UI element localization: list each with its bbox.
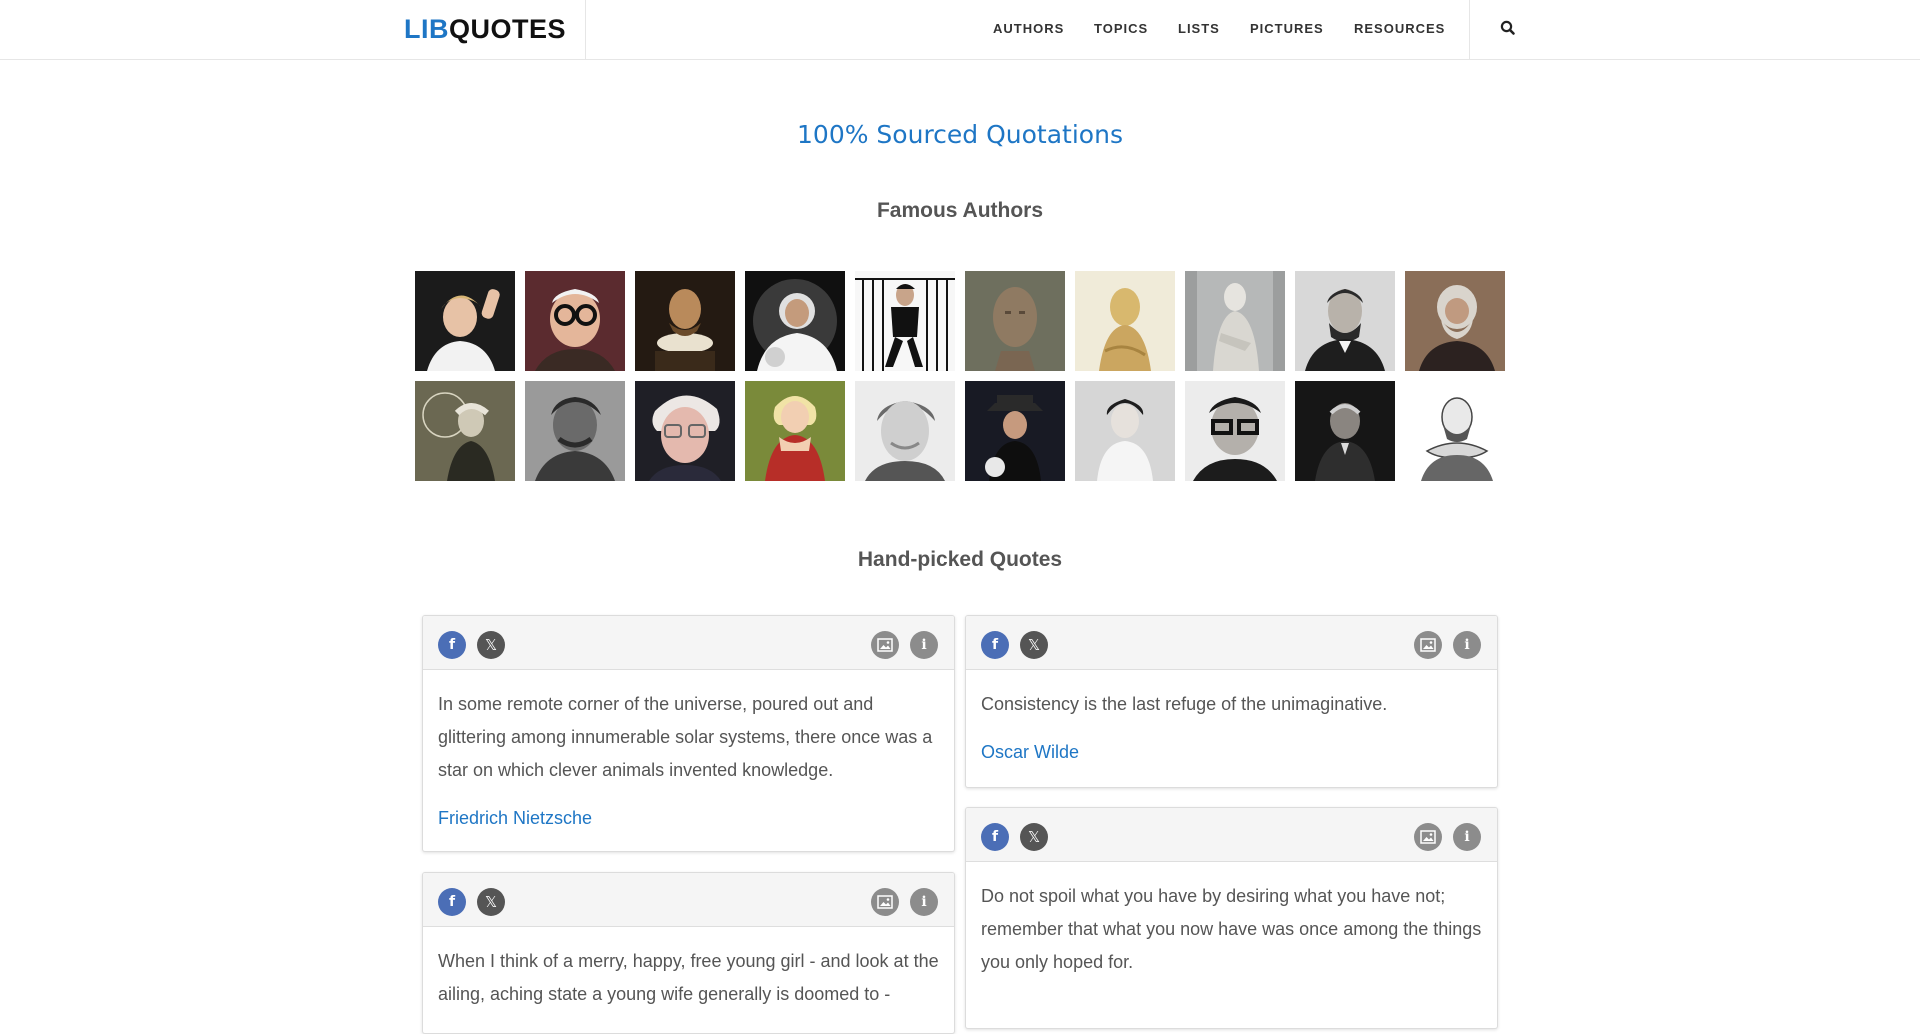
logo-lib: LIB [404,14,449,44]
author-thumbnail[interactable] [1295,271,1395,371]
nav-authors[interactable]: AUTHORS [993,21,1064,36]
quote-card: f 𝕏 i When I think of a merry, happy, fr… [422,872,955,1034]
x-share-icon[interactable]: 𝕏 [1020,631,1048,659]
author-thumbnail[interactable] [1075,271,1175,371]
card-toolbar: f 𝕏 i [966,808,1497,862]
quote-author-link[interactable]: Friedrich Nietzsche [438,808,592,829]
author-thumbnail[interactable] [965,271,1065,371]
card-body: In some remote corner of the universe, p… [423,670,954,829]
top-navbar: LIBQUOTES AUTHORS TOPICS LISTS PICTURES … [0,0,1920,60]
nav-divider [585,0,586,59]
author-thumbnail[interactable] [635,271,735,371]
hero-title: 100% Sourced Quotations [797,120,1123,149]
site-logo[interactable]: LIBQUOTES [404,15,566,43]
image-icon[interactable] [871,888,899,916]
author-thumbnail[interactable] [415,381,515,481]
image-icon[interactable] [1414,631,1442,659]
card-toolbar: f 𝕏 i [423,616,954,670]
quote-card: f 𝕏 i Consistency is the last refuge of … [965,615,1498,788]
quote-card: f 𝕏 i Do not spoil what you have by desi… [965,807,1498,1029]
quote-text: Do not spoil what you have by desiring w… [981,886,1482,972]
author-thumbnail[interactable] [855,381,955,481]
nav-divider [1469,0,1470,59]
image-icon[interactable] [1414,823,1442,851]
author-thumbnail[interactable] [525,381,625,481]
info-icon[interactable]: i [1453,631,1481,659]
card-body: When I think of a merry, happy, free you… [423,927,954,1011]
facebook-share-icon[interactable]: f [438,888,466,916]
nav-topics[interactable]: TOPICS [1094,21,1148,36]
quote-text: When I think of a merry, happy, free you… [438,951,939,1004]
facebook-share-icon[interactable]: f [981,823,1009,851]
nav-pictures[interactable]: PICTURES [1250,21,1324,36]
famous-authors-heading: Famous Authors [876,199,1044,222]
author-thumbnail[interactable] [1075,381,1175,481]
info-icon[interactable]: i [910,631,938,659]
nav-lists[interactable]: LISTS [1178,21,1220,36]
quote-card: f 𝕏 i In some remote corner of the unive… [422,615,955,852]
author-thumbnail[interactable] [635,381,735,481]
author-thumbnail[interactable] [855,271,955,371]
card-body: Do not spoil what you have by desiring w… [966,862,1497,979]
x-share-icon[interactable]: 𝕏 [477,631,505,659]
author-thumbnail[interactable] [1295,381,1395,481]
x-share-icon[interactable]: 𝕏 [1020,823,1048,851]
info-icon[interactable]: i [1453,823,1481,851]
search-icon[interactable] [1498,18,1518,38]
card-toolbar: f 𝕏 i [423,873,954,927]
author-thumbnail[interactable] [1185,271,1285,371]
author-thumbnail[interactable] [965,381,1065,481]
card-toolbar: f 𝕏 i [966,616,1497,670]
logo-quotes: QUOTES [449,14,567,44]
card-body: Consistency is the last refuge of the un… [966,670,1497,763]
author-thumbnail[interactable] [1405,271,1505,371]
hand-picked-heading: Hand-picked Quotes [857,548,1063,571]
author-thumbnail[interactable] [525,271,625,371]
facebook-share-icon[interactable]: f [438,631,466,659]
quote-author-link[interactable]: Oscar Wilde [981,742,1079,763]
author-thumbnail[interactable] [745,271,845,371]
author-thumbnail[interactable] [745,381,845,481]
nav-resources[interactable]: RESOURCES [1354,21,1445,36]
author-thumbnail[interactable] [1185,381,1285,481]
quote-text: Consistency is the last refuge of the un… [981,694,1388,714]
facebook-share-icon[interactable]: f [981,631,1009,659]
image-icon[interactable] [871,631,899,659]
x-share-icon[interactable]: 𝕏 [477,888,505,916]
info-icon[interactable]: i [910,888,938,916]
author-thumbnail[interactable] [415,271,515,371]
author-thumbnail[interactable] [1405,381,1505,481]
quote-text: In some remote corner of the universe, p… [438,694,933,780]
